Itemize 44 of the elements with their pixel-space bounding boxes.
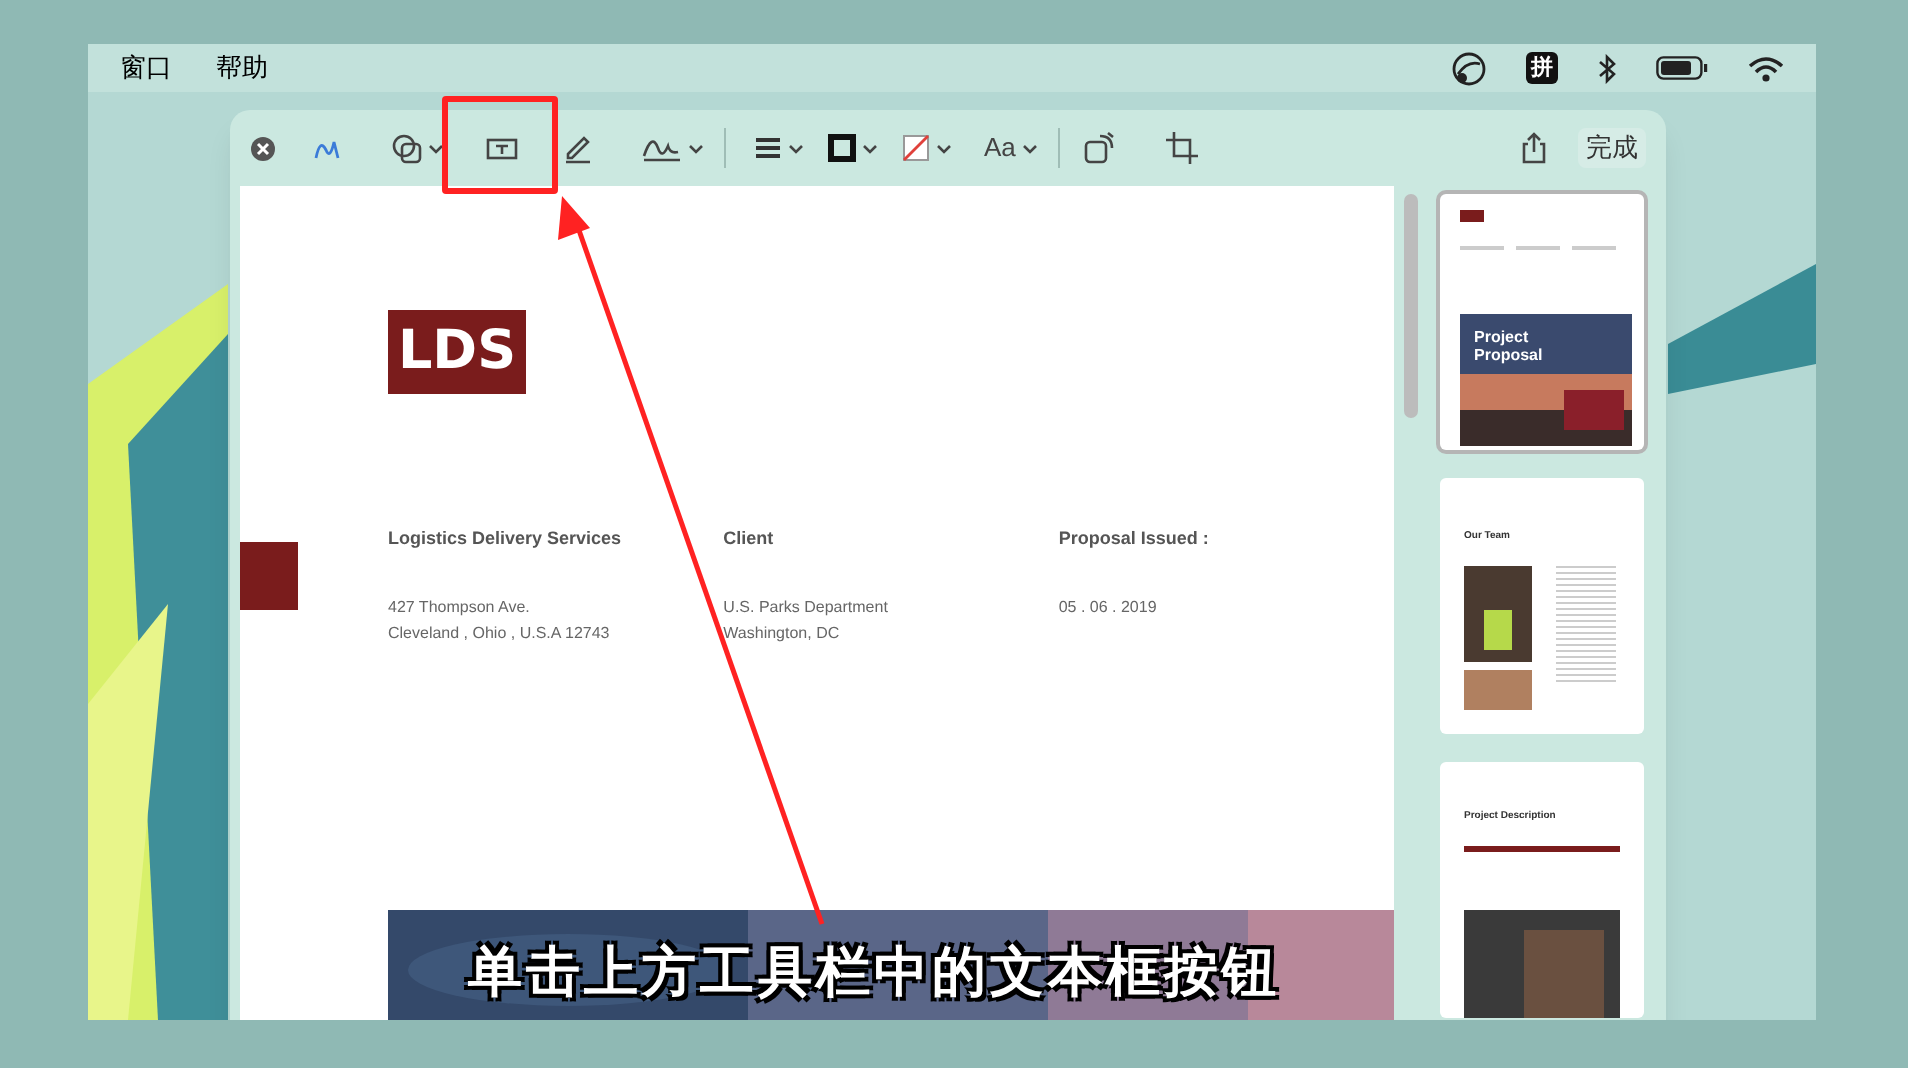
line-style-icon[interactable] bbox=[754, 134, 782, 162]
caret-icon[interactable] bbox=[688, 143, 704, 153]
caret-icon[interactable] bbox=[862, 143, 878, 153]
menu-item[interactable]: 窗口 bbox=[120, 48, 172, 88]
address-line: Cleveland , Ohio , U.S.A 12743 bbox=[388, 622, 612, 646]
page-thumbnail[interactable]: Project Proposal bbox=[1440, 194, 1644, 450]
rotate-icon[interactable] bbox=[1083, 132, 1116, 164]
highlight-pen-icon[interactable] bbox=[562, 132, 594, 164]
battery-icon[interactable] bbox=[1656, 56, 1708, 80]
logo: LDS bbox=[388, 310, 526, 394]
column-heading: Proposal Issued : bbox=[1058, 526, 1211, 550]
column-heading: Logistics Delivery Services bbox=[388, 526, 624, 550]
text-box-icon[interactable] bbox=[486, 135, 518, 161]
highlight-box bbox=[442, 96, 558, 194]
done-button[interactable]: 完成 bbox=[1578, 128, 1646, 168]
caption: 单击上方工具栏中的文本框按钮 bbox=[468, 940, 1280, 1006]
crop-icon[interactable] bbox=[1165, 132, 1198, 164]
bluetooth-icon[interactable] bbox=[1598, 53, 1616, 83]
address-line: U.S. Parks Department bbox=[723, 596, 890, 620]
address-line: 427 Thompson Ave. bbox=[388, 596, 532, 620]
column-heading: Client bbox=[723, 526, 776, 550]
shapes-icon[interactable] bbox=[392, 133, 422, 163]
thumbnail-title: Project Proposal bbox=[1474, 328, 1545, 364]
text-lines bbox=[1572, 246, 1616, 250]
close-icon[interactable] bbox=[250, 135, 276, 161]
address-line: 05 . 06 . 2019 bbox=[1058, 596, 1159, 620]
wifi-icon[interactable] bbox=[1748, 55, 1784, 81]
input-method-icon[interactable]: 拼 bbox=[1526, 52, 1558, 84]
caret-icon[interactable] bbox=[428, 143, 444, 153]
text-lines bbox=[1516, 246, 1560, 250]
address-line: Washington, DC bbox=[723, 622, 842, 646]
caret-icon[interactable] bbox=[936, 143, 952, 153]
scrollbar[interactable] bbox=[1403, 194, 1417, 418]
caret-icon[interactable] bbox=[1021, 143, 1038, 153]
text-lines bbox=[1460, 246, 1504, 250]
caret-icon[interactable] bbox=[788, 143, 804, 153]
menu-item[interactable]: 帮助 bbox=[216, 48, 268, 88]
accent-block bbox=[240, 542, 298, 610]
status-icon[interactable] bbox=[1452, 51, 1486, 85]
share-icon[interactable] bbox=[1520, 132, 1548, 164]
fill-color-icon[interactable] bbox=[902, 134, 930, 162]
mini-logo bbox=[1460, 210, 1484, 222]
border-color-icon[interactable] bbox=[828, 134, 856, 162]
font-button[interactable]: Aa bbox=[984, 128, 1038, 168]
